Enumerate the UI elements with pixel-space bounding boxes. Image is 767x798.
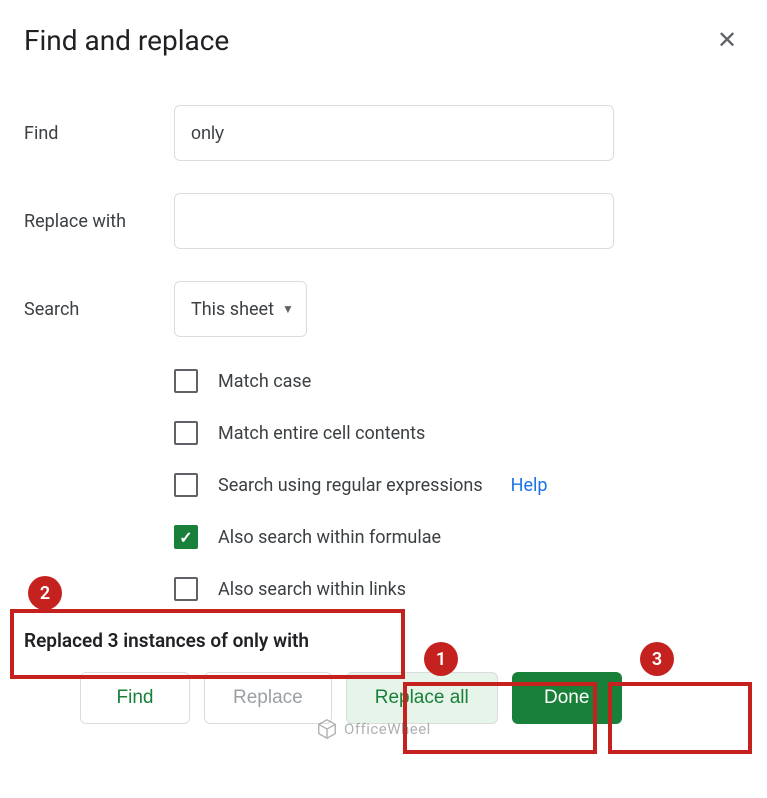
search-scope-select[interactable]: This sheet ▼ — [174, 281, 307, 337]
links-checkbox[interactable] — [174, 577, 198, 601]
replace-all-button[interactable]: Replace all — [346, 672, 498, 724]
close-icon: ✕ — [717, 26, 737, 55]
options-section: Match case Match entire cell contents Se… — [174, 369, 743, 601]
formulae-checkbox[interactable]: ✓ — [174, 525, 198, 549]
button-row: Find Replace Replace all Done — [24, 672, 743, 724]
status-message: Replaced 3 instances of only with — [24, 629, 743, 652]
match-case-checkbox[interactable] — [174, 369, 198, 393]
option-match-case: Match case — [174, 369, 743, 393]
search-label: Search — [24, 299, 174, 320]
replace-button[interactable]: Replace — [204, 672, 332, 724]
search-scope-value: This sheet — [191, 299, 274, 320]
replace-with-label: Replace with — [24, 211, 174, 232]
regex-label: Search using regular expressions — [218, 475, 483, 496]
find-label: Find — [24, 123, 174, 144]
regex-checkbox[interactable] — [174, 473, 198, 497]
dialog-title: Find and replace — [24, 24, 229, 57]
match-entire-checkbox[interactable] — [174, 421, 198, 445]
links-label: Also search within links — [218, 579, 406, 600]
replace-with-input[interactable] — [174, 193, 614, 249]
regex-help-link[interactable]: Help — [511, 475, 548, 496]
formulae-label: Also search within formulae — [218, 527, 441, 548]
option-regex: Search using regular expressions Help — [174, 473, 743, 497]
checkmark-icon: ✓ — [179, 528, 192, 547]
annotation-badge-2: 2 — [28, 576, 62, 610]
find-input[interactable] — [174, 105, 614, 161]
dialog-header: Find and replace ✕ — [24, 24, 743, 57]
caret-down-icon: ▼ — [282, 302, 294, 316]
search-row: Search This sheet ▼ — [24, 281, 743, 337]
option-formulae: ✓ Also search within formulae — [174, 525, 743, 549]
find-row: Find — [24, 105, 743, 161]
option-links: Also search within links — [174, 577, 743, 601]
match-case-label: Match case — [218, 371, 311, 392]
replace-row: Replace with — [24, 193, 743, 249]
find-button[interactable]: Find — [80, 672, 190, 724]
option-match-entire: Match entire cell contents — [174, 421, 743, 445]
close-button[interactable]: ✕ — [711, 25, 743, 57]
done-button[interactable]: Done — [512, 672, 622, 724]
match-entire-label: Match entire cell contents — [218, 423, 425, 444]
